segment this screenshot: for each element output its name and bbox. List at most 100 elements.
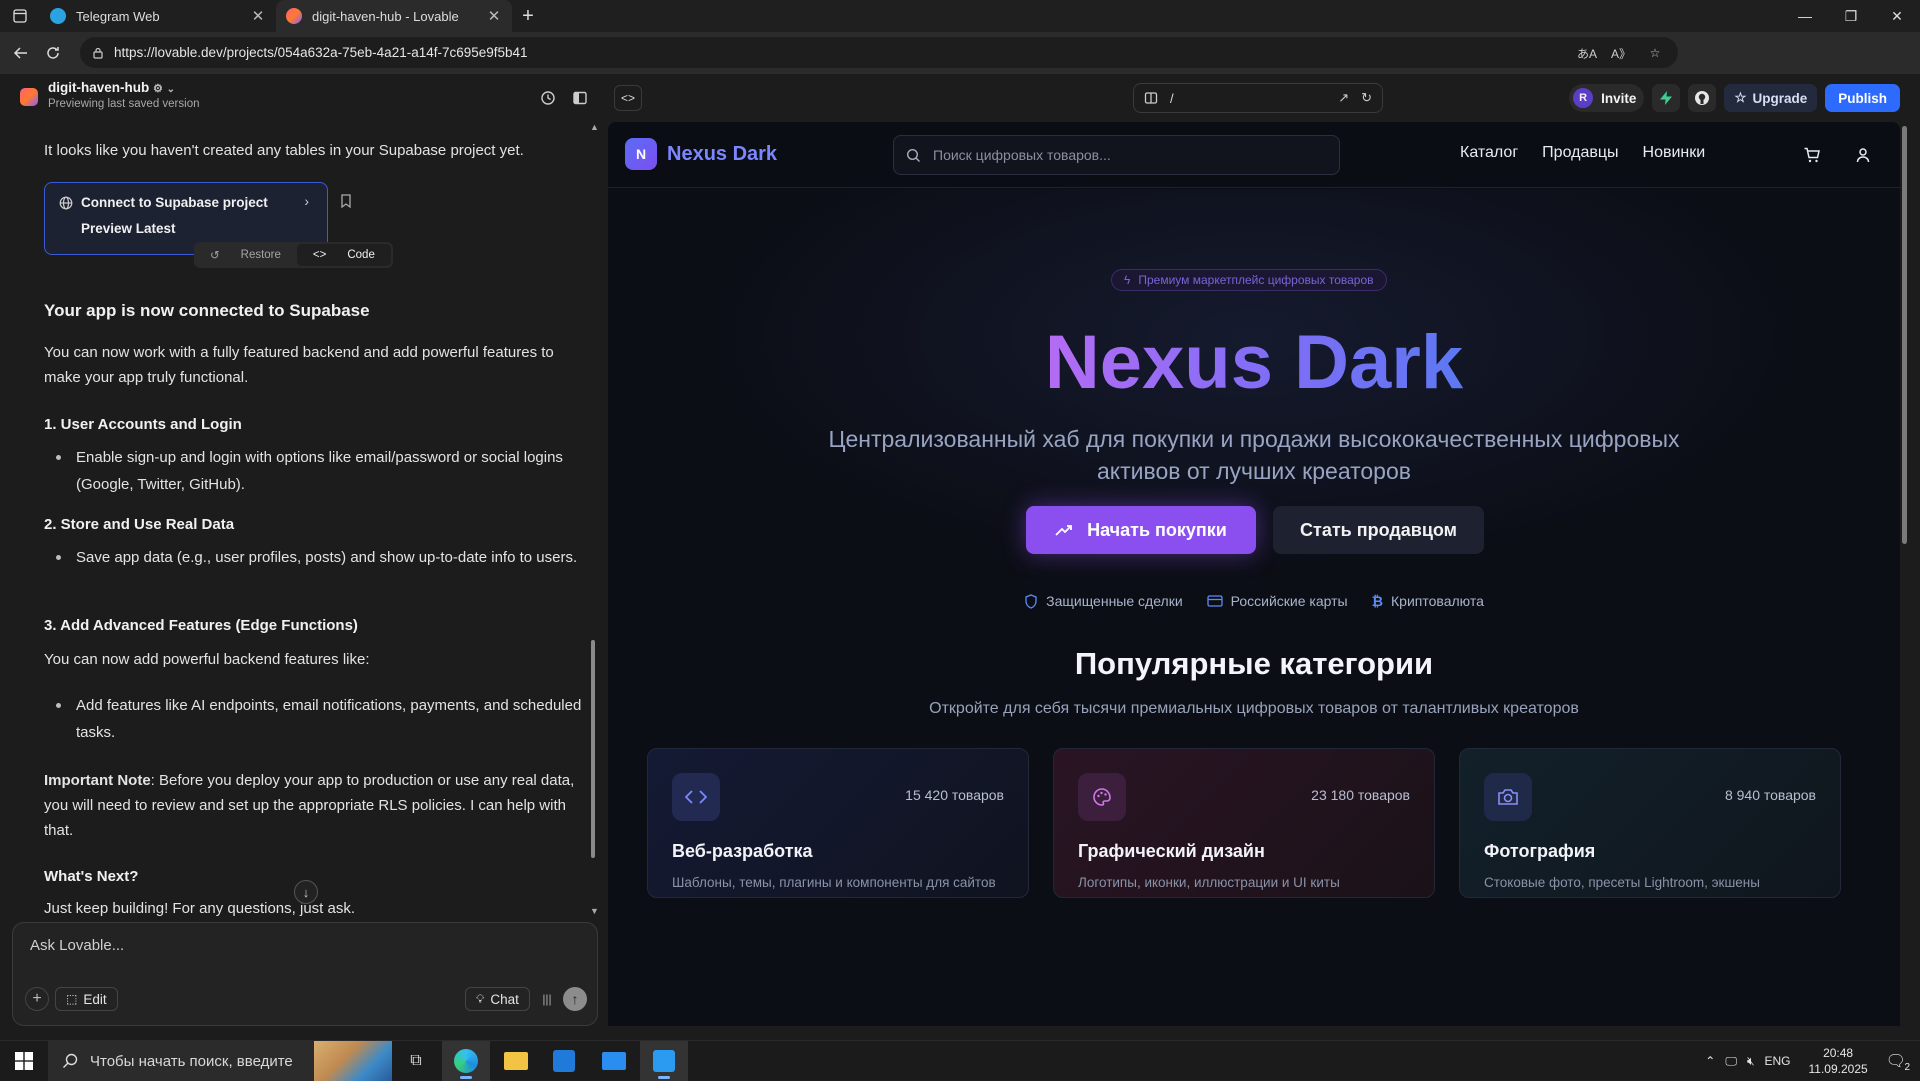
history-icon bbox=[541, 91, 555, 105]
category-card-web[interactable]: 15 420 товаров Веб-разработка Шаблоны, т… bbox=[647, 748, 1029, 898]
edit-label: Edit bbox=[83, 991, 107, 1007]
send-button[interactable]: ↑ bbox=[563, 987, 587, 1011]
minimize-button[interactable]: — bbox=[1782, 0, 1828, 32]
category-card-design[interactable]: 23 180 товаров Графический дизайн Логоти… bbox=[1053, 748, 1435, 898]
chat-scrollbar[interactable] bbox=[591, 640, 595, 858]
upgrade-label: Upgrade bbox=[1752, 90, 1808, 106]
hero-title-text: Nexus Dark bbox=[1044, 320, 1464, 405]
close-tab-icon[interactable]: ✕ bbox=[486, 7, 502, 25]
window-controls: — ❐ ✕ bbox=[1782, 0, 1920, 32]
explorer-taskbar-app[interactable] bbox=[492, 1041, 540, 1081]
category-card-photo[interactable]: 8 940 товаров Фотография Стоковые фото, … bbox=[1459, 748, 1841, 898]
list-item: Add features like AI endpoints, email no… bbox=[56, 692, 584, 746]
restore-window-button[interactable]: ❐ bbox=[1828, 0, 1874, 32]
response-paragraph: You can now work with a fully featured b… bbox=[44, 344, 554, 386]
site-navbar: N Nexus Dark Поиск цифровых товаров... К… bbox=[608, 122, 1900, 188]
clock[interactable]: 20:48 11.09.2025 bbox=[1809, 1045, 1868, 1077]
shield-icon bbox=[1025, 593, 1037, 609]
mail-taskbar-app[interactable] bbox=[590, 1041, 638, 1081]
volume-muted-icon[interactable]: 🔇︎ bbox=[1747, 1054, 1755, 1069]
translate-icon[interactable]: あA bbox=[1576, 42, 1598, 64]
edit-mode-button[interactable]: ⬚ Edit bbox=[55, 987, 118, 1011]
reload-button[interactable] bbox=[38, 38, 68, 68]
store-taskbar-app[interactable] bbox=[540, 1041, 588, 1081]
new-tab-button[interactable]: + bbox=[512, 0, 544, 32]
start-shopping-button[interactable]: Начать покупки bbox=[1026, 506, 1256, 554]
chat-input[interactable]: Ask Lovable... bbox=[30, 937, 124, 954]
menu-item-new[interactable]: Новинки bbox=[1643, 144, 1706, 162]
cart-icon bbox=[1804, 147, 1820, 163]
read-aloud-icon[interactable]: A》 bbox=[1610, 42, 1632, 64]
attach-button[interactable]: + bbox=[25, 987, 49, 1011]
scroll-to-bottom-button[interactable]: ↓ bbox=[294, 880, 318, 904]
upgrade-button[interactable]: ☆ Upgrade bbox=[1724, 84, 1818, 112]
list-item: Enable sign-up and login with options li… bbox=[56, 444, 584, 498]
tab-telegram[interactable]: Telegram Web ✕ bbox=[40, 0, 276, 32]
notifications-button[interactable]: 🗨︎ 2 bbox=[1886, 1051, 1910, 1073]
bitcoin-icon: ₿ bbox=[1371, 593, 1384, 609]
chat-mode-button[interactable]: 💡︎ Chat bbox=[465, 987, 530, 1011]
project-switcher[interactable]: digit-haven-hub ⚙ ⌄ Previewing last save… bbox=[20, 80, 200, 110]
vscode-taskbar-app[interactable] bbox=[640, 1041, 688, 1081]
code-button[interactable]: <> Code bbox=[296, 244, 391, 266]
path-input[interactable]: / bbox=[1170, 91, 1338, 106]
close-window-button[interactable]: ✕ bbox=[1874, 0, 1920, 32]
site-menu: Каталог Продавцы Новинки bbox=[1460, 144, 1705, 162]
windows-taskbar: Чтобы начать поиск, введите ⧉ ⌃ 🖵︎ 🔇︎ EN… bbox=[0, 1040, 1920, 1081]
tray-chevron-up-icon[interactable]: ⌃ bbox=[1705, 1054, 1715, 1068]
toggle-sidebar-button[interactable] bbox=[567, 85, 593, 111]
device-view-icon[interactable] bbox=[1144, 91, 1158, 105]
bookmark-icon[interactable] bbox=[340, 194, 352, 208]
category-title: Фотография bbox=[1484, 841, 1596, 861]
site-search-input[interactable]: Поиск цифровых товаров... bbox=[893, 135, 1340, 175]
favorite-star-icon[interactable]: ☆ bbox=[1644, 42, 1666, 64]
tab-label: digit-haven-hub - Lovable bbox=[312, 8, 459, 24]
back-button[interactable] bbox=[6, 38, 36, 68]
invite-button[interactable]: R Invite bbox=[1569, 84, 1645, 112]
scroll-up-icon[interactable]: ▲ bbox=[590, 122, 599, 132]
edge-taskbar-app[interactable] bbox=[442, 1041, 490, 1081]
brand-name: Nexus Dark bbox=[667, 142, 778, 165]
voice-input-button[interactable]: ||| bbox=[535, 987, 559, 1011]
preview-scrollbar[interactable] bbox=[1902, 126, 1907, 544]
task-view-button[interactable]: ⧉ bbox=[392, 1041, 440, 1081]
clock-date: 11.09.2025 bbox=[1808, 1062, 1868, 1076]
language-indicator[interactable]: ENG bbox=[1765, 1054, 1791, 1068]
response-heading: Your app is now connected to Supabase bbox=[44, 301, 370, 320]
clock-time: 20:48 bbox=[1823, 1046, 1854, 1060]
trust-item: ₿ Криптовалюта bbox=[1372, 593, 1484, 609]
site-brand[interactable]: N Nexus Dark bbox=[625, 138, 777, 170]
open-external-icon[interactable]: ↗ bbox=[1338, 90, 1349, 106]
cart-button[interactable] bbox=[1801, 144, 1823, 166]
restore-button[interactable]: ↺ Restore bbox=[194, 248, 297, 262]
menu-item-sellers[interactable]: Продавцы bbox=[1542, 144, 1618, 162]
history-button[interactable] bbox=[535, 85, 561, 111]
project-name: digit-haven-hub bbox=[48, 80, 150, 95]
site-info-icon[interactable] bbox=[92, 47, 104, 59]
become-seller-button[interactable]: Стать продавцом bbox=[1273, 506, 1484, 554]
network-icon[interactable]: 🖵︎ bbox=[1725, 1054, 1737, 1069]
publish-button[interactable]: Publish bbox=[1825, 84, 1900, 112]
code-view-button[interactable]: <> bbox=[614, 85, 642, 111]
supabase-button[interactable] bbox=[1652, 84, 1681, 112]
menu-item-catalog[interactable]: Каталог bbox=[1460, 144, 1518, 162]
folder-icon bbox=[504, 1052, 528, 1070]
chat-input-box[interactable]: Ask Lovable... + ⬚ Edit 💡︎ Chat ||| ↑ bbox=[12, 922, 598, 1026]
trust-label: Российские карты bbox=[1230, 593, 1348, 609]
categories-section: Популярные категории Откройте для себя т… bbox=[608, 612, 1900, 1026]
hero-subtitle: Централизованный хаб для покупки и прода… bbox=[828, 426, 1680, 484]
close-tab-icon[interactable]: ✕ bbox=[250, 7, 266, 25]
scroll-down-icon[interactable]: ▼ bbox=[590, 906, 599, 916]
account-button[interactable] bbox=[1852, 144, 1874, 166]
taskbar-search[interactable]: Чтобы начать поиск, введите bbox=[48, 1041, 392, 1081]
refresh-preview-icon[interactable]: ↻ bbox=[1361, 90, 1372, 106]
search-icon bbox=[63, 1053, 78, 1068]
start-button[interactable] bbox=[0, 1041, 48, 1081]
github-button[interactable] bbox=[1688, 84, 1717, 112]
url-field[interactable]: https://lovable.dev/projects/054a632a-75… bbox=[80, 37, 1678, 68]
palette-icon bbox=[1078, 773, 1126, 821]
tab-lovable[interactable]: digit-haven-hub - Lovable ✕ bbox=[276, 0, 512, 32]
workspaces-button[interactable] bbox=[0, 0, 40, 32]
code-icon: <> bbox=[312, 249, 327, 261]
telegram-icon bbox=[50, 8, 66, 24]
